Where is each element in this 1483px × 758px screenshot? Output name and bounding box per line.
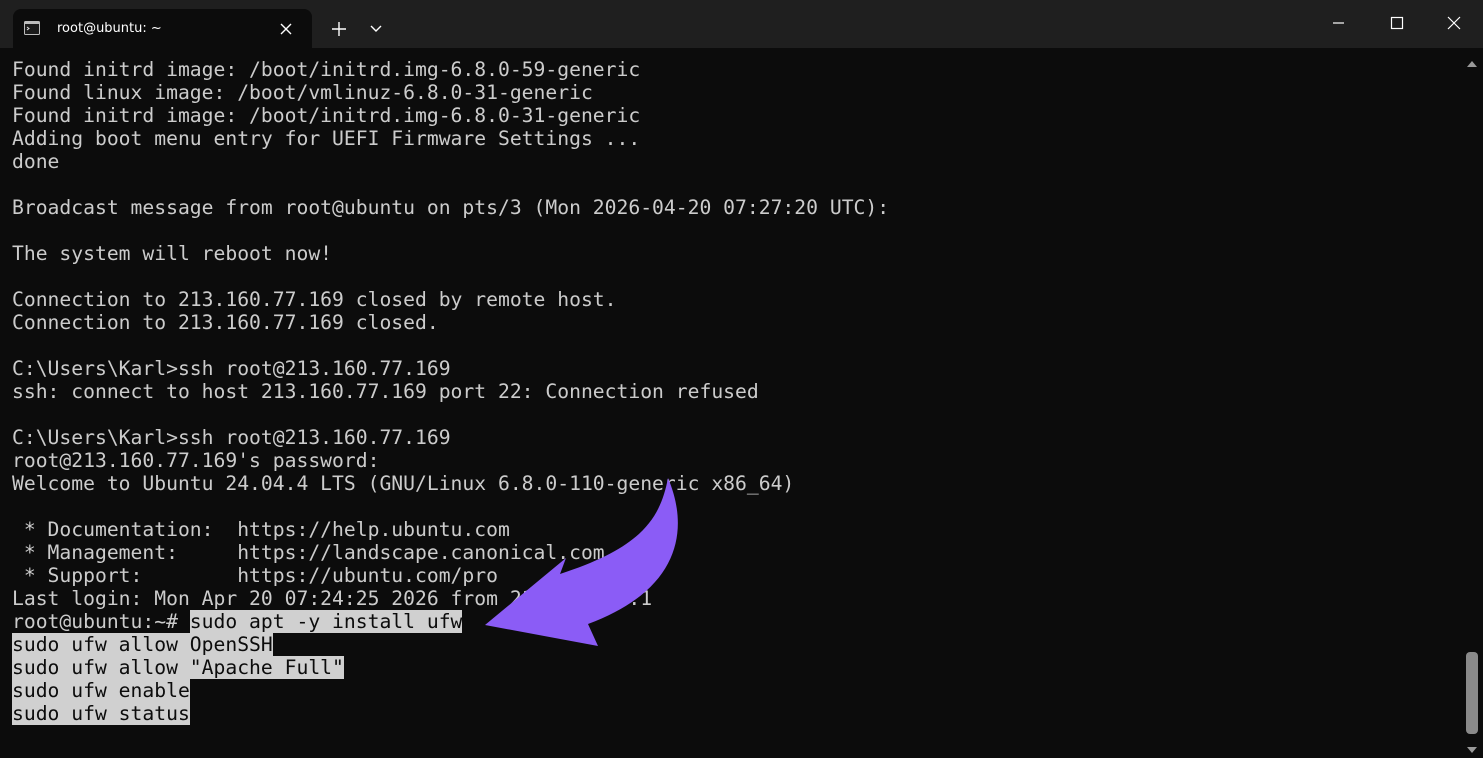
command-line: sudo ufw allow OpenSSH: [12, 633, 889, 656]
terminal-output[interactable]: Found initrd image: /boot/initrd.img-6.8…: [2, 48, 1462, 758]
prompt-line: root@ubuntu:~# sudo apt -y install ufw: [12, 610, 889, 633]
scroll-up-icon[interactable]: [1465, 54, 1479, 67]
terminal-line: ssh: connect to host 213.160.77.169 port…: [12, 380, 759, 403]
terminal-line: Found initrd image: /boot/initrd.img-6.8…: [12, 58, 641, 81]
chevron-down-icon: [370, 25, 382, 32]
scroll-thumb[interactable]: [1466, 652, 1478, 734]
command-line: sudo ufw status: [12, 702, 889, 725]
terminal-line: C:\Users\Karl>ssh root@213.160.77.169: [12, 426, 451, 449]
close-icon: [1447, 16, 1461, 30]
selected-command: sudo ufw allow OpenSSH: [12, 633, 273, 656]
selected-command: sudo ufw enable: [12, 679, 190, 702]
shell-prompt: root@ubuntu:~#: [12, 610, 190, 633]
title-bar: root@ubuntu: ~: [0, 0, 1483, 48]
terminal-text: Found initrd image: /boot/initrd.img-6.8…: [12, 58, 889, 725]
command-line: sudo ufw allow "Apache Full": [12, 656, 889, 679]
terminal-icon: [24, 20, 40, 36]
minimize-icon: [1333, 22, 1344, 24]
selected-command: sudo ufw allow "Apache Full": [12, 656, 344, 679]
close-window-button[interactable]: [1425, 0, 1483, 46]
terminal-line: Last login: Mon Apr 20 07:24:25 2026 fro…: [12, 587, 653, 610]
terminal-line: Broadcast message from root@ubuntu on pt…: [12, 196, 890, 219]
vertical-scrollbar[interactable]: [1462, 48, 1483, 758]
tab-dropdown-button[interactable]: [361, 12, 391, 42]
maximize-button[interactable]: [1367, 0, 1425, 46]
scroll-down-icon[interactable]: [1465, 740, 1479, 753]
maximize-icon: [1390, 16, 1404, 30]
plus-icon: [332, 22, 346, 36]
terminal-line: Found initrd image: /boot/initrd.img-6.8…: [12, 104, 641, 127]
new-tab-button[interactable]: [324, 12, 354, 42]
terminal-line: Found linux image: /boot/vmlinuz-6.8.0-3…: [12, 81, 593, 104]
selected-command: sudo apt -y install ufw: [189, 610, 463, 633]
terminal-line: Connection to 213.160.77.169 closed.: [12, 311, 439, 334]
terminal-line: root@213.160.77.169's password:: [12, 449, 380, 472]
close-tab-icon[interactable]: [277, 20, 295, 38]
command-line: sudo ufw enable: [12, 679, 889, 702]
tab-root-ubuntu[interactable]: root@ubuntu: ~: [13, 9, 312, 48]
terminal-line: C:\Users\Karl>ssh root@213.160.77.169: [12, 357, 451, 380]
terminal-line: * Documentation: https://help.ubuntu.com: [12, 518, 510, 541]
terminal-line: Adding boot menu entry for UEFI Firmware…: [12, 127, 641, 150]
terminal-line: Welcome to Ubuntu 24.04.4 LTS (GNU/Linux…: [12, 472, 795, 495]
selected-command: sudo ufw status: [12, 702, 190, 725]
terminal-line: done: [12, 150, 60, 173]
tab-title: root@ubuntu: ~: [57, 21, 162, 36]
terminal-line: * Management: https://landscape.canonica…: [12, 541, 605, 564]
terminal-line: * Support: https://ubuntu.com/pro: [12, 564, 498, 587]
minimize-button[interactable]: [1309, 0, 1367, 46]
terminal-line: The system will reboot now!: [12, 242, 333, 265]
terminal-line: Connection to 213.160.77.169 closed by r…: [12, 288, 617, 311]
